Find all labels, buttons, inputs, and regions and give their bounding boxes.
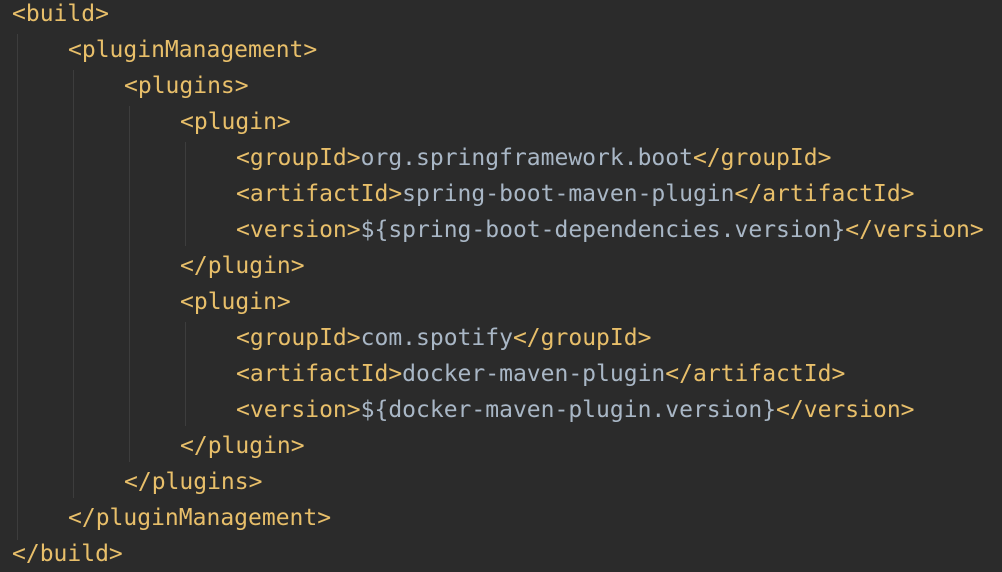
xml-close-tag: </groupId> — [692, 145, 832, 171]
xml-close-tag: </version> — [845, 217, 984, 243]
xml-tag: <plugins> — [124, 73, 249, 99]
code-line-build-open: <build> — [12, 0, 984, 36]
xml-text-value: com.spotify — [360, 325, 513, 351]
code-line-plugin-open: <plugin> — [12, 108, 984, 144]
xml-open-tag: <groupId> — [236, 145, 361, 171]
xml-text-value: docker-maven-plugin — [402, 361, 666, 387]
xml-open-tag: <artifactId> — [236, 181, 403, 207]
xml-tag: </pluginManagement> — [68, 505, 332, 531]
xml-open-tag: <groupId> — [236, 325, 361, 351]
code-line-artifact-id: <artifactId>docker-maven-plugin</artifac… — [12, 360, 984, 396]
xml-close-tag: </artifactId> — [665, 361, 846, 387]
code-line-plugins-open: <plugins> — [12, 72, 984, 108]
code-line-plugin-close: </plugin> — [12, 252, 984, 288]
xml-open-tag: <version> — [236, 397, 361, 423]
code-line-plugins-close: </plugins> — [12, 468, 984, 504]
xml-open-tag: <version> — [236, 217, 361, 243]
code-line-plugin-open: <plugin> — [12, 288, 984, 324]
xml-open-tag: <artifactId> — [236, 361, 403, 387]
code-line-version: <version>${docker-maven-plugin.version}<… — [12, 396, 984, 432]
code-editor[interactable]: <build> <pluginManagement> <plugins> <pl… — [0, 0, 1002, 572]
code-line-plugin-management-open: <pluginManagement> — [12, 36, 984, 72]
code-line-plugin-close: </plugin> — [12, 432, 984, 468]
code-line-group-id: <groupId>com.spotify</groupId> — [12, 324, 984, 360]
xml-text-value: ${spring-boot-dependencies.version} — [360, 217, 846, 243]
code-line-plugin-management-close: </pluginManagement> — [12, 504, 984, 540]
code-line-version: <version>${spring-boot-dependencies.vers… — [12, 216, 984, 252]
code-line-build-close: </build> — [12, 540, 984, 572]
code-area[interactable]: <build> <pluginManagement> <plugins> <pl… — [12, 0, 984, 572]
xml-tag: <build> — [12, 1, 109, 27]
code-line-artifact-id: <artifactId>spring-boot-maven-plugin</ar… — [12, 180, 984, 216]
xml-tag: </build> — [12, 541, 123, 567]
xml-tag: </plugin> — [180, 433, 305, 459]
xml-text-value: org.springframework.boot — [360, 145, 693, 171]
xml-tag: <plugin> — [180, 109, 291, 135]
xml-close-tag: </groupId> — [512, 325, 652, 351]
xml-tag: <plugin> — [180, 289, 291, 315]
code-line-group-id: <groupId>org.springframework.boot</group… — [12, 144, 984, 180]
xml-close-tag: </artifactId> — [734, 181, 915, 207]
xml-text-value: spring-boot-maven-plugin — [402, 181, 735, 207]
xml-tag: </plugins> — [124, 469, 263, 495]
xml-tag: </plugin> — [180, 253, 305, 279]
xml-close-tag: </version> — [776, 397, 915, 423]
xml-text-value: ${docker-maven-plugin.version} — [360, 397, 777, 423]
xml-tag: <pluginManagement> — [68, 37, 318, 63]
